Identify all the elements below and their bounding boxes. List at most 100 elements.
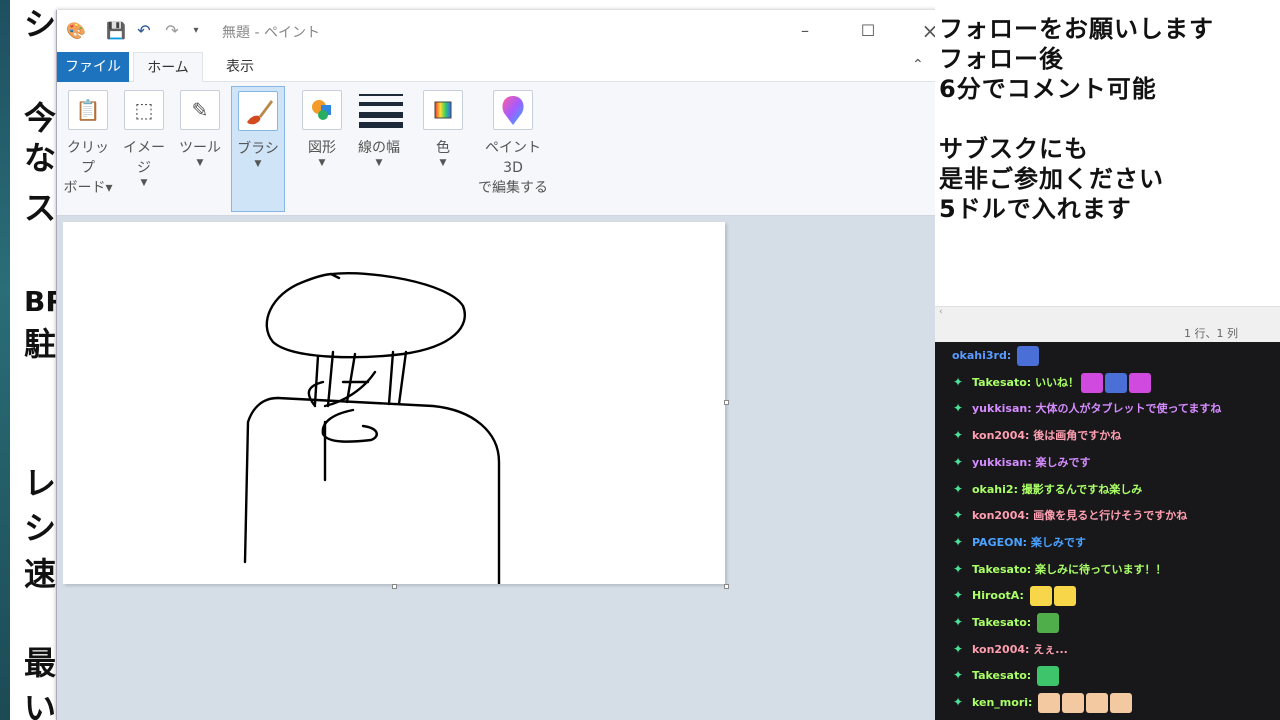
chat-username[interactable]: Takesato: いいね！ [972, 369, 1152, 396]
group-shapes[interactable]: 図形 ▼ [295, 86, 349, 212]
tab-view[interactable]: 表示 [207, 52, 273, 82]
resize-handle[interactable] [724, 584, 729, 589]
paint-app-icon: 🎨 [66, 21, 86, 40]
prime-badge-icon: ✦ [953, 641, 964, 656]
chat-message: ✦ Takesato: 楽しみに待っています！！ [935, 556, 1280, 583]
bg-char: な [24, 139, 57, 177]
undo-icon[interactable]: ↶ [133, 20, 155, 42]
chat-text: 後は画角ですかね [1033, 429, 1122, 443]
desktop-edge [0, 0, 10, 720]
chat-separator: : [1026, 669, 1036, 683]
chat-message: ✦ kon2004: 後は画角ですかね [935, 422, 1280, 449]
chat-text: 楽しみに待っています！！ [1035, 562, 1167, 576]
chat-message: ✦ yukkisan: 楽しみです [935, 449, 1280, 476]
prime-badge-icon: ✦ [953, 615, 964, 629]
chat-username[interactable]: yukkisan: 大体の人がタブレットで使ってますね [972, 395, 1221, 422]
group-label: イメージ [123, 140, 165, 176]
group-image[interactable]: ⬚ イメージ ▼ [117, 86, 171, 212]
chat-username[interactable]: okahi3rd: [952, 342, 1040, 369]
emote-icon [1053, 586, 1076, 607]
prime-badge-icon: ✦ [953, 374, 964, 389]
chevron-down-icon: ▼ [196, 158, 204, 168]
chat-username[interactable]: Takesato: 楽しみに待っています！！ [972, 556, 1166, 583]
chat-username[interactable]: kon2004: 後は画角ですかね [972, 422, 1121, 449]
bg-char: い [24, 689, 57, 720]
chat-username[interactable]: yukkisan: 楽しみです [972, 449, 1090, 476]
chat-separator: : [1026, 616, 1036, 629]
collapse-ribbon-icon[interactable]: ⌃ [912, 57, 924, 73]
save-icon[interactable]: 💾 [105, 20, 127, 42]
chat-username[interactable]: ken_mori: [972, 689, 1133, 716]
group-color[interactable]: 色 ▼ [417, 86, 469, 212]
chat-username[interactable]: HirootA: [972, 582, 1076, 609]
chat-message: ✦ kon2004: えぇ... [935, 636, 1280, 663]
chevron-down-icon: ▼ [375, 158, 383, 168]
overlay-line: サブスクにも [939, 135, 1089, 163]
chat-text: えぇ... [1033, 642, 1068, 656]
clipboard-icon: 📋 [68, 90, 108, 130]
image-select-icon: ⬚ [124, 90, 164, 130]
emote-icon [1105, 372, 1128, 393]
chat-text: いいね！ [1035, 375, 1080, 389]
chat-message: ✦ Takesato: [935, 662, 1280, 689]
group-tools[interactable]: ✎ ツール ▼ [173, 86, 227, 212]
chevron-down-icon: ▼ [140, 178, 148, 188]
chat-separator: : [1019, 589, 1028, 603]
paint-window: 🎨 💾 ↶ ↷ ▾ 無題 - ペイント – ☐ × ファイル ホーム 表示 ⌃ … [56, 10, 940, 720]
chat-separator: : [1026, 562, 1036, 576]
redo-icon[interactable]: ↷ [161, 20, 183, 42]
chat-message: ✦ Takesato: [935, 609, 1280, 636]
group-clipboard[interactable]: 📋 クリップ ボード▾ [61, 86, 115, 212]
live-chat: okahi3rd: ✦ Takesato: いいね！ ✦ yukkisan: 大体の人… [935, 342, 1280, 720]
chat-text: 撮影するんですね楽しみ [1021, 482, 1143, 496]
group-line-width[interactable]: 線の幅 ▼ [351, 86, 407, 212]
title-bar: 🎨 💾 ↶ ↷ ▾ 無題 - ペイント – ☐ × [57, 10, 940, 52]
emote-icon [1062, 693, 1085, 714]
notepad-statusbar: ‹ 1 行、1 列 [935, 306, 1280, 342]
chat-message: ✦ okahi2: 撮影するんですね楽しみ [935, 476, 1280, 503]
chat-text: 楽しみです [1030, 535, 1086, 549]
minimize-button[interactable]: – [788, 18, 822, 44]
resize-handle[interactable] [724, 400, 729, 405]
resize-handle[interactable] [392, 584, 397, 589]
drawing-canvas[interactable] [63, 222, 725, 586]
group-brush[interactable]: ブラシ ▼ [231, 86, 285, 212]
bg-char: ス [24, 189, 57, 227]
chat-message: ✦ Takesato: いいね！ [935, 369, 1280, 396]
chat-username[interactable]: kon2004: 画像を見ると行けそうですかね [972, 502, 1187, 529]
prime-badge-icon: ✦ [953, 534, 964, 549]
chat-username[interactable]: okahi2: 撮影するんですね楽しみ [972, 476, 1142, 503]
group-label: 図形 [308, 140, 336, 156]
scroll-left-icon[interactable]: ‹ [939, 307, 943, 317]
line-width-icon [359, 90, 403, 130]
maximize-button[interactable]: ☐ [851, 18, 885, 44]
chat-username[interactable]: Takesato: [972, 662, 1060, 689]
canvas-area [57, 216, 940, 720]
chevron-down-icon: ▼ [318, 158, 326, 168]
tab-file[interactable]: ファイル [57, 52, 129, 82]
chat-username[interactable]: Takesato: [972, 609, 1060, 636]
ribbon: 📋 クリップ ボード▾ ⬚ イメージ ▼ ✎ ツール ▼ ブラシ ▼ 図形 ▼ … [57, 82, 940, 216]
overlay-line: 5ドルで入れます [939, 195, 1132, 223]
overlay-line: フォロー後 [939, 45, 1064, 73]
chat-separator: : [1013, 482, 1022, 496]
drawing [243, 272, 501, 586]
chat-username[interactable]: PAGEON: 楽しみです [972, 529, 1086, 556]
prime-badge-icon: ✦ [953, 695, 964, 710]
chevron-down-icon: ▼ [439, 158, 447, 168]
brush-icon [238, 91, 278, 131]
emote-icon [1081, 372, 1104, 393]
chat-message: ✦ ken_mori: [935, 689, 1280, 716]
stream-screen: シ 今 な ス BR 駐 レ シ 速 最 い 🎨 💾 ↶ ↷ ▾ 無題 - ペイ… [0, 0, 1280, 720]
bg-char: 今 [24, 99, 57, 137]
tab-home[interactable]: ホーム [133, 52, 203, 82]
customize-toolbar-icon[interactable]: ▾ [185, 20, 207, 42]
edit-in-paint3d-button[interactable]: ペイント 3D で編集する [473, 86, 553, 212]
chat-text: 大体の人がタブレットで使ってますね [1035, 402, 1222, 416]
window-title: 無題 - ペイント [222, 25, 320, 41]
prime-badge-icon: ✦ [953, 401, 964, 416]
chat-separator: : [1006, 349, 1016, 362]
chat-username[interactable]: kon2004: えぇ... [972, 636, 1068, 663]
group-label: ブラシ [237, 141, 279, 157]
prime-badge-icon: ✦ [953, 588, 964, 603]
